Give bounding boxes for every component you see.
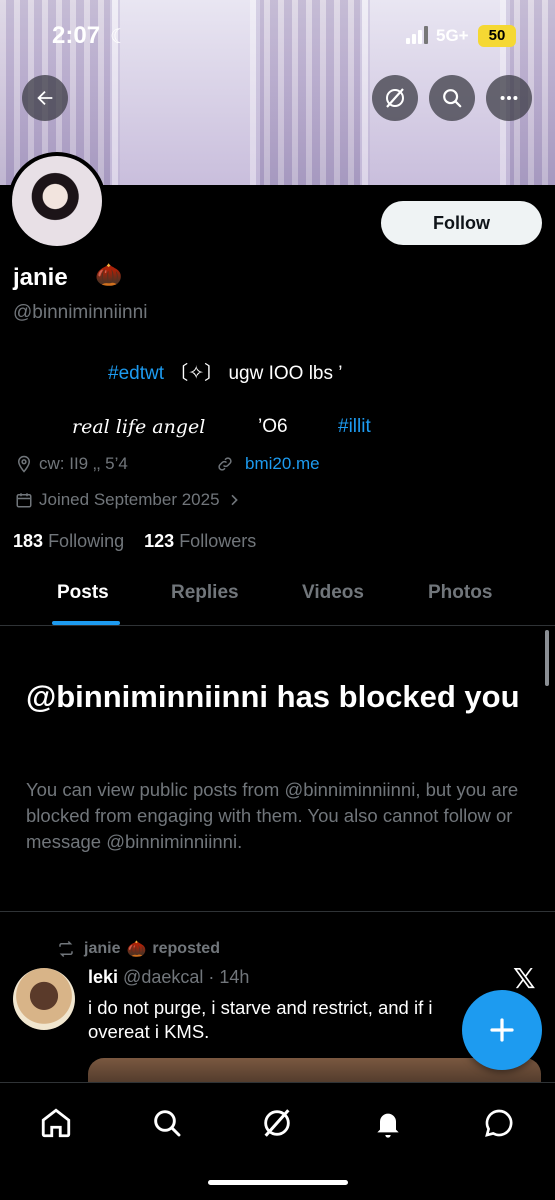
profile-website[interactable]: bmi20.me [216, 454, 320, 474]
scrollbar[interactable] [545, 630, 549, 686]
reposter-emoji-icon: 🌰 [126, 941, 147, 958]
blocked-body: You can view public posts from @binnimin… [26, 779, 519, 852]
repost-icon [59, 940, 73, 958]
name-emoji-icon: 🌰 [95, 262, 123, 287]
calendar-icon [16, 493, 32, 508]
avatar-image [12, 156, 102, 246]
post-text[interactable]: i do not purge, i starve and restrict, a… [88, 996, 498, 1044]
reposter-name[interactable]: janie [84, 940, 120, 958]
status-time: 2:07 [52, 22, 101, 49]
bio-hashtag-illit[interactable]: #illit [338, 416, 371, 438]
tab-posts[interactable]: Posts [57, 582, 109, 604]
profile-tabs: Posts Replies Videos Photos [0, 570, 555, 626]
location-icon [17, 455, 31, 473]
bio-text: 〔✧〕 ugw IOO lbs ’ [169, 363, 343, 384]
profile-handle: @binniminniinni [13, 302, 148, 323]
tab-videos[interactable]: Videos [302, 582, 364, 604]
compose-plus-icon [490, 1018, 514, 1042]
nav-notifications[interactable] [366, 1101, 410, 1145]
following-count: 183 [13, 531, 44, 551]
focus-moon-icon: ☾ [110, 26, 128, 48]
notification-bell-icon [377, 1113, 399, 1138]
divider [0, 911, 555, 912]
more-button[interactable] [486, 75, 532, 121]
joined-text: Joined September 2025 [39, 490, 220, 509]
location-text: cw: II9 ‚‚ 5’4 [39, 454, 128, 473]
profile-joined[interactable]: Joined September 2025 [15, 490, 248, 510]
bio-hashtag-edtwt[interactable]: #edtwt [108, 363, 164, 384]
chevron-right-icon [230, 494, 238, 506]
website-link[interactable]: bmi20.me [245, 454, 320, 474]
blocked-title: @binniminniinni has blocked you [26, 679, 520, 714]
bio-line-1: #edtwt 〔✧〕 ugw IOO lbs ’ [108, 358, 343, 385]
search-button[interactable] [429, 75, 475, 121]
network-type: 5G+ [436, 26, 469, 45]
more-icon [500, 95, 518, 101]
following-link[interactable]: 183 Following [13, 531, 124, 551]
followers-count: 123 [144, 531, 175, 551]
grok-button[interactable] [372, 75, 418, 121]
followers-label: Followers [179, 531, 257, 551]
bio-year: ’O6 [258, 416, 288, 437]
cell-signal-icon [406, 26, 428, 44]
home-indicator[interactable] [208, 1180, 348, 1185]
follow-button[interactable]: Follow [381, 201, 542, 245]
home-icon [41, 1108, 71, 1138]
profile-avatar[interactable] [8, 152, 106, 250]
profile-name: janie [13, 264, 68, 291]
battery-indicator: 50 [478, 25, 516, 47]
search-icon [443, 89, 462, 108]
x-logo-icon: 𝕏 [513, 963, 536, 994]
post-author-avatar[interactable] [13, 968, 75, 1030]
following-label: Following [48, 531, 125, 551]
followers-link[interactable]: 123 Followers [144, 531, 256, 551]
post-author-name[interactable]: leki [88, 967, 118, 987]
link-icon [218, 457, 232, 471]
post-header: leki @daekcal · 14h [88, 967, 249, 988]
repost-suffix: reposted [152, 940, 220, 957]
compose-button[interactable] [462, 990, 542, 1070]
nav-home[interactable] [34, 1101, 78, 1145]
status-bar: 2:07 ☾ 5G+ 50 [0, 0, 555, 72]
grok-icon [386, 88, 404, 108]
bio-script-text: real life angel [72, 416, 206, 438]
tab-replies[interactable]: Replies [171, 582, 239, 604]
active-tab-indicator [52, 621, 120, 625]
follow-counts: 183 Following 123 Followers [13, 531, 256, 552]
search-icon [154, 1110, 181, 1137]
tab-photos[interactable]: Photos [428, 582, 492, 604]
back-arrow-icon [37, 90, 53, 106]
post-author-handle[interactable]: @daekcal · 14h [123, 967, 249, 987]
grok-icon [264, 1109, 290, 1137]
profile-location: cw: II9 ‚‚ 5’4 [15, 454, 128, 474]
messages-icon [485, 1109, 513, 1137]
repost-indicator: janie 🌰 reposted [56, 939, 220, 959]
nav-messages[interactable] [477, 1101, 521, 1145]
back-button[interactable] [22, 75, 68, 121]
nav-search[interactable] [145, 1101, 189, 1145]
nav-grok[interactable] [255, 1101, 299, 1145]
